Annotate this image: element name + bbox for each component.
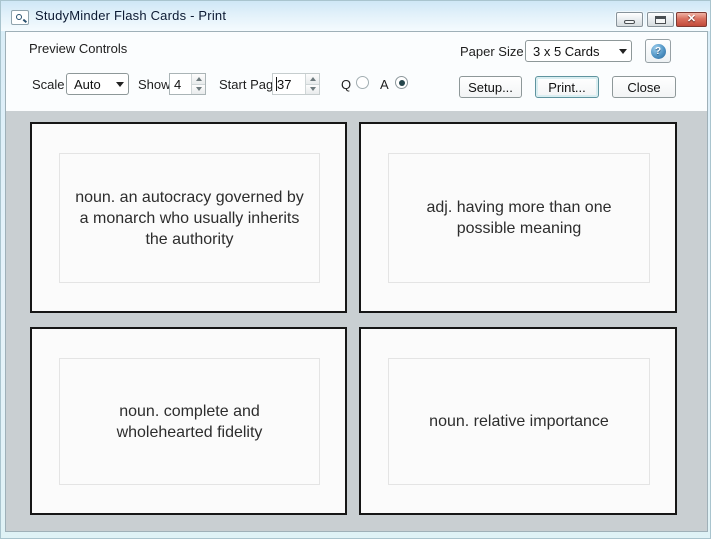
print-button[interactable]: Print... (535, 76, 599, 98)
close-button[interactable]: Close (612, 76, 676, 98)
scale-dropdown[interactable]: Auto (66, 73, 129, 95)
magnifier-icon (11, 10, 29, 25)
scale-value: Auto (74, 77, 112, 92)
preview-controls-label: Preview Controls (29, 41, 127, 56)
print-preview-area: noun. an autocracy governed by a monarch… (6, 111, 707, 531)
chevron-down-icon (116, 82, 124, 87)
title-bar: StudyMinder Flash Cards - Print ✕ (1, 1, 710, 31)
spin-down-icon[interactable] (306, 84, 319, 95)
flash-card-text: noun. relative importance (421, 411, 617, 432)
answer-radio[interactable] (395, 76, 408, 89)
flash-card: noun. complete and wholehearted fidelity (30, 327, 347, 515)
maximize-icon (655, 16, 666, 24)
setup-button[interactable]: Setup... (459, 76, 522, 98)
minimize-icon (624, 20, 635, 24)
question-radio[interactable] (356, 76, 369, 89)
show-label: Show (138, 77, 171, 92)
flash-card: noun. an autocracy governed by a monarch… (30, 122, 347, 313)
start-page-stepper[interactable]: 37 (272, 73, 320, 95)
question-radio-label: Q (341, 77, 351, 92)
flash-card: noun. relative importance (359, 327, 677, 515)
chevron-down-icon (619, 49, 627, 54)
flash-card: adj. having more than one possible meani… (359, 122, 677, 313)
show-stepper[interactable]: 4 (169, 73, 206, 95)
show-value: 4 (170, 74, 191, 94)
app-window: StudyMinder Flash Cards - Print ✕ Previe… (0, 0, 711, 539)
answer-radio-label: A (380, 77, 389, 92)
start-page-value: 37 (273, 74, 305, 94)
flash-card-text: noun. complete and wholehearted fidelity (109, 401, 271, 443)
preview-controls-panel: Preview Controls Scale Auto Show 4 Start… (6, 32, 707, 111)
maximize-button[interactable] (647, 12, 674, 27)
close-window-button[interactable]: ✕ (676, 12, 707, 27)
help-icon: ? (651, 44, 666, 59)
window-title: StudyMinder Flash Cards - Print (35, 8, 226, 23)
help-button[interactable]: ? (645, 39, 671, 63)
spin-up-icon[interactable] (306, 74, 319, 84)
paper-size-dropdown[interactable]: 3 x 5 Cards (525, 40, 632, 62)
spin-up-icon[interactable] (192, 74, 205, 84)
minimize-button[interactable] (616, 12, 643, 27)
text-caret (276, 77, 277, 91)
spin-down-icon[interactable] (192, 84, 205, 95)
close-icon: ✕ (687, 14, 696, 25)
scale-label: Scale (32, 77, 65, 92)
paper-size-label: Paper Size (460, 44, 524, 59)
dialog-content: Preview Controls Scale Auto Show 4 Start… (5, 31, 708, 532)
flash-card-text: adj. having more than one possible meani… (418, 197, 619, 239)
flash-card-text: noun. an autocracy governed by a monarch… (67, 187, 312, 250)
paper-size-value: 3 x 5 Cards (533, 44, 615, 59)
